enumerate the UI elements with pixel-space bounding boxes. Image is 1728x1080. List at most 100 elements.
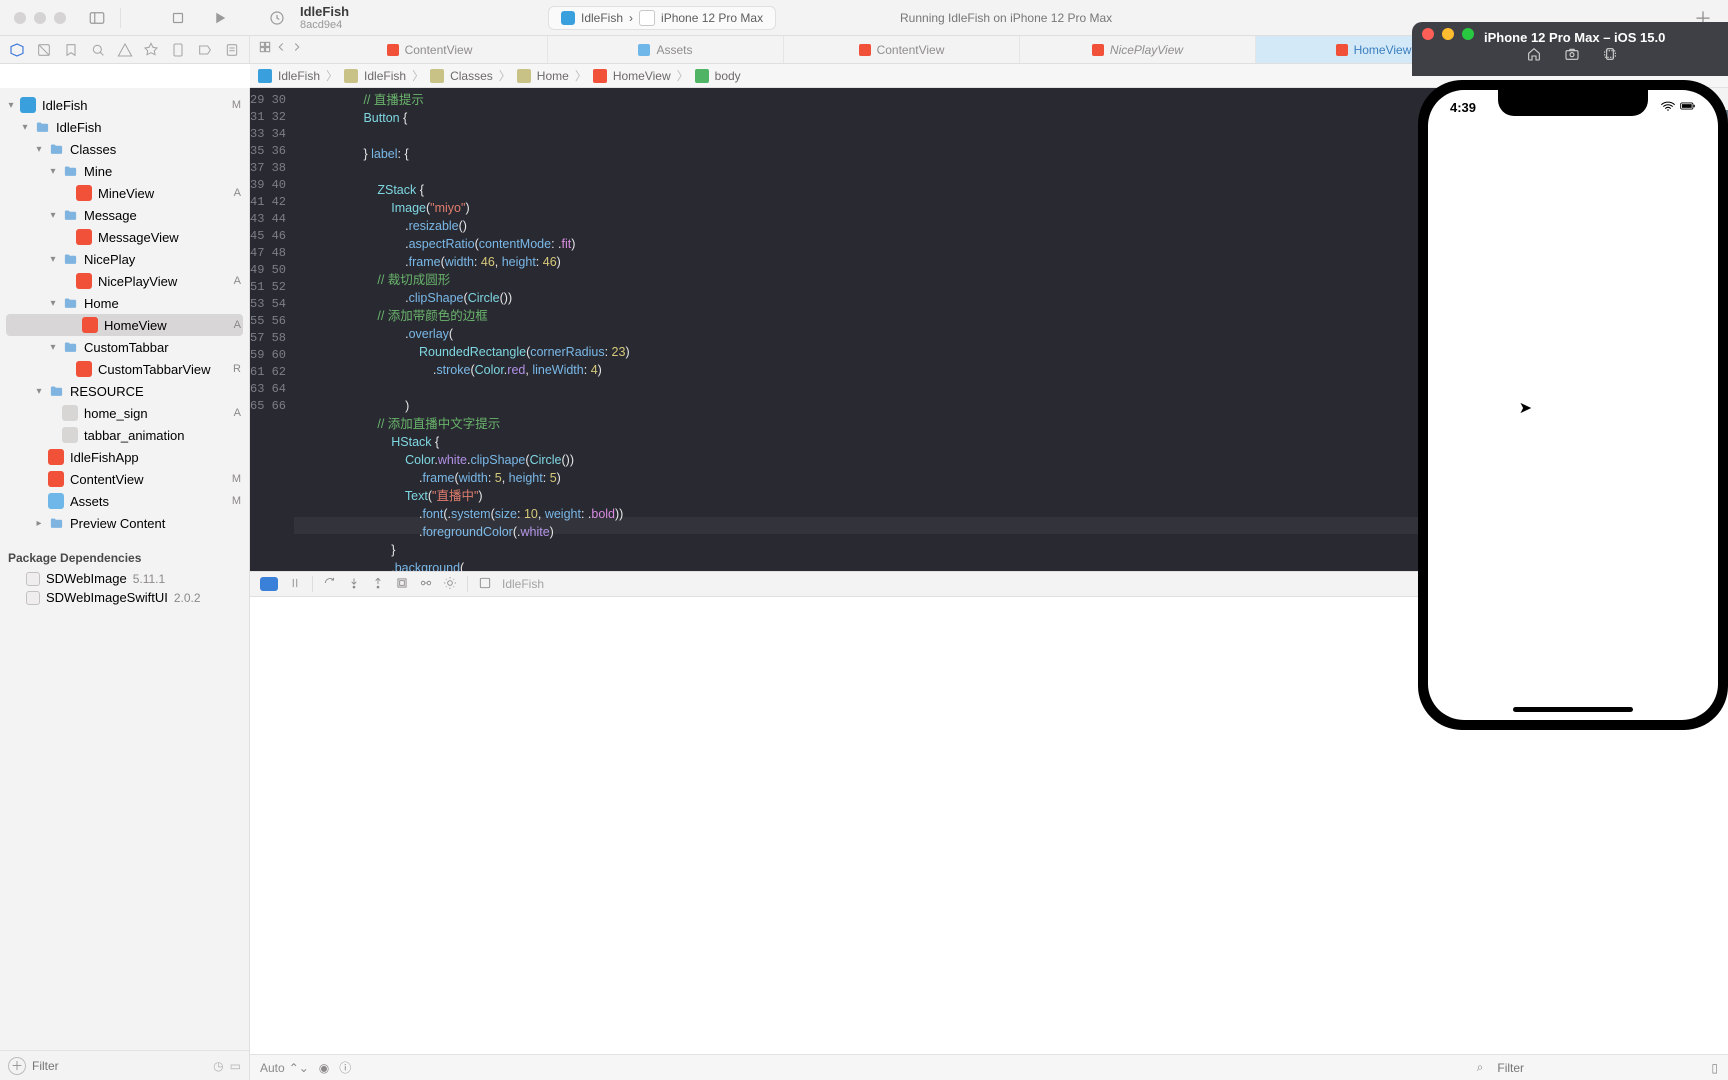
disclosure-icon[interactable]: ▾ (46, 298, 60, 309)
navigator-filter-input[interactable] (32, 1059, 207, 1073)
stop-icon[interactable] (167, 7, 189, 29)
rotate-icon[interactable] (1602, 46, 1618, 67)
tree-node[interactable]: MessageView (0, 226, 249, 248)
breadcrumb-segment[interactable]: IdleFish (278, 69, 320, 83)
tree-node[interactable]: ▾IdleFish (0, 116, 249, 138)
simulator-title: iPhone 12 Pro Max – iOS 15.0 (1484, 30, 1665, 45)
disclosure-icon[interactable]: ▾ (18, 122, 32, 133)
breadcrumb-segment[interactable]: body (715, 69, 741, 83)
tree-node[interactable]: ▸Preview Content (0, 512, 249, 534)
recent-files-icon[interactable]: ◷ (213, 1059, 223, 1073)
package-dependencies: SDWebImage5.11.1SDWebImageSwiftUI2.0.2 (0, 569, 249, 607)
breakpoint-navigator-icon[interactable] (196, 41, 214, 59)
breadcrumb-segment[interactable]: Home (537, 69, 569, 83)
simulator-window[interactable]: iPhone 12 Pro Max – iOS 15.0 4:39 ➤ (1412, 22, 1728, 730)
breadcrumb-segment[interactable]: IdleFish (364, 69, 406, 83)
tree-node[interactable]: ▾Home (0, 292, 249, 314)
step-over-icon[interactable] (323, 576, 337, 593)
back-icon[interactable] (274, 40, 288, 59)
environment-icon[interactable] (443, 576, 457, 593)
console-filter-input[interactable] (1497, 1061, 1697, 1075)
filter-add-icon[interactable]: ＋ (8, 1057, 26, 1075)
editor-tab[interactable]: ContentView (312, 36, 548, 63)
scm-filter-icon[interactable]: ▭ (230, 1059, 241, 1073)
disclosure-icon[interactable]: ▸ (32, 518, 46, 529)
tree-node[interactable]: AssetsM (0, 490, 249, 512)
pause-icon[interactable] (288, 576, 302, 593)
bookmark-navigator-icon[interactable] (62, 41, 80, 59)
step-out-icon[interactable] (371, 576, 385, 593)
home-icon[interactable] (1526, 46, 1542, 67)
run-destination[interactable]: IdleFish › iPhone 12 Pro Max (548, 6, 776, 30)
editor-tab[interactable]: ContentView (784, 36, 1020, 63)
package-dependency[interactable]: SDWebImage5.11.1 (0, 569, 249, 588)
source-control-icon[interactable] (35, 41, 53, 59)
tree-node[interactable]: HomeViewA (6, 314, 243, 336)
breadcrumb-icon (344, 69, 358, 83)
screenshot-icon[interactable] (1564, 46, 1580, 67)
home-indicator (1513, 707, 1633, 712)
tree-node[interactable]: IdleFishApp (0, 446, 249, 468)
breadcrumb-segment[interactable]: HomeView (613, 69, 671, 83)
forward-icon[interactable] (290, 40, 304, 59)
process-picker-icon[interactable] (478, 576, 492, 593)
jump-bar-controls (250, 40, 312, 59)
sidebar-toggle-icon[interactable] (86, 7, 108, 29)
package-icon (26, 591, 40, 605)
folder-icon (34, 119, 50, 135)
disclosure-icon[interactable]: ▾ (46, 210, 60, 221)
variables-view-mode[interactable]: Auto ⌃⌄ (260, 1061, 309, 1075)
tree-node[interactable]: NicePlayViewA (0, 270, 249, 292)
tree-node[interactable]: ▾RESOURCE (0, 380, 249, 402)
tree-node[interactable]: ContentViewM (0, 468, 249, 490)
window-traffic-lights[interactable] (14, 12, 66, 24)
disclosure-icon[interactable]: ▾ (46, 166, 60, 177)
filter-icon: ⌕ (1477, 1060, 1484, 1075)
tree-node[interactable]: MineViewA (0, 182, 249, 204)
report-navigator-icon[interactable] (223, 41, 241, 59)
editor-tab[interactable]: NicePlayView (1020, 36, 1256, 63)
breakpoints-toggle[interactable] (260, 577, 278, 591)
tree-node[interactable]: CustomTabbarViewR (0, 358, 249, 380)
tree-node[interactable]: ▾Classes (0, 138, 249, 160)
play-icon[interactable] (209, 7, 231, 29)
info-icon[interactable]: ⓘ (339, 1059, 351, 1076)
test-navigator-icon[interactable] (142, 41, 160, 59)
related-items-icon[interactable] (258, 40, 272, 59)
debug-view-icon[interactable] (395, 576, 409, 593)
tree-node[interactable]: home_signA (0, 402, 249, 424)
find-navigator-icon[interactable] (89, 41, 107, 59)
file-name: MineView (98, 186, 230, 201)
debug-navigator-icon[interactable] (169, 41, 187, 59)
step-into-icon[interactable] (347, 576, 361, 593)
disclosure-icon[interactable]: ▾ (46, 342, 60, 353)
json-icon (62, 405, 78, 421)
project-root[interactable]: ▾ IdleFish M (0, 94, 249, 116)
device-screen[interactable]: 4:39 (1428, 90, 1718, 720)
file-name: ContentView (70, 472, 228, 487)
package-version: 2.0.2 (174, 591, 201, 605)
folder-icon (62, 207, 78, 223)
scheme-selector[interactable]: IdleFish 8acd9e4 (260, 4, 349, 31)
mouse-cursor-icon: ➤ (1519, 398, 1532, 418)
scm-badge: M (232, 495, 241, 507)
swift-icon (1336, 44, 1348, 56)
tree-node[interactable]: ▾Message (0, 204, 249, 226)
issue-navigator-icon[interactable] (116, 41, 134, 59)
tree-node[interactable]: ▾Mine (0, 160, 249, 182)
tree-node[interactable]: tabbar_animation (0, 424, 249, 446)
memory-graph-icon[interactable] (419, 576, 433, 593)
tree-node[interactable]: ▾NicePlay (0, 248, 249, 270)
disclosure-icon[interactable]: ▾ (32, 386, 46, 397)
disclosure-icon[interactable]: ▾ (32, 144, 46, 155)
quicklook-icon[interactable]: ◉ (319, 1061, 329, 1075)
package-dependency[interactable]: SDWebImageSwiftUI2.0.2 (0, 588, 249, 607)
project-navigator-icon[interactable] (8, 41, 26, 59)
process-name[interactable]: IdleFish (502, 577, 544, 591)
breadcrumb-segment[interactable]: Classes (450, 69, 493, 83)
editor-tab[interactable]: Assets (548, 36, 784, 63)
simulator-titlebar: iPhone 12 Pro Max – iOS 15.0 (1412, 22, 1728, 76)
tree-node[interactable]: ▾CustomTabbar (0, 336, 249, 358)
console-split-icon[interactable]: ▯ (1711, 1061, 1718, 1075)
disclosure-icon[interactable]: ▾ (46, 254, 60, 265)
